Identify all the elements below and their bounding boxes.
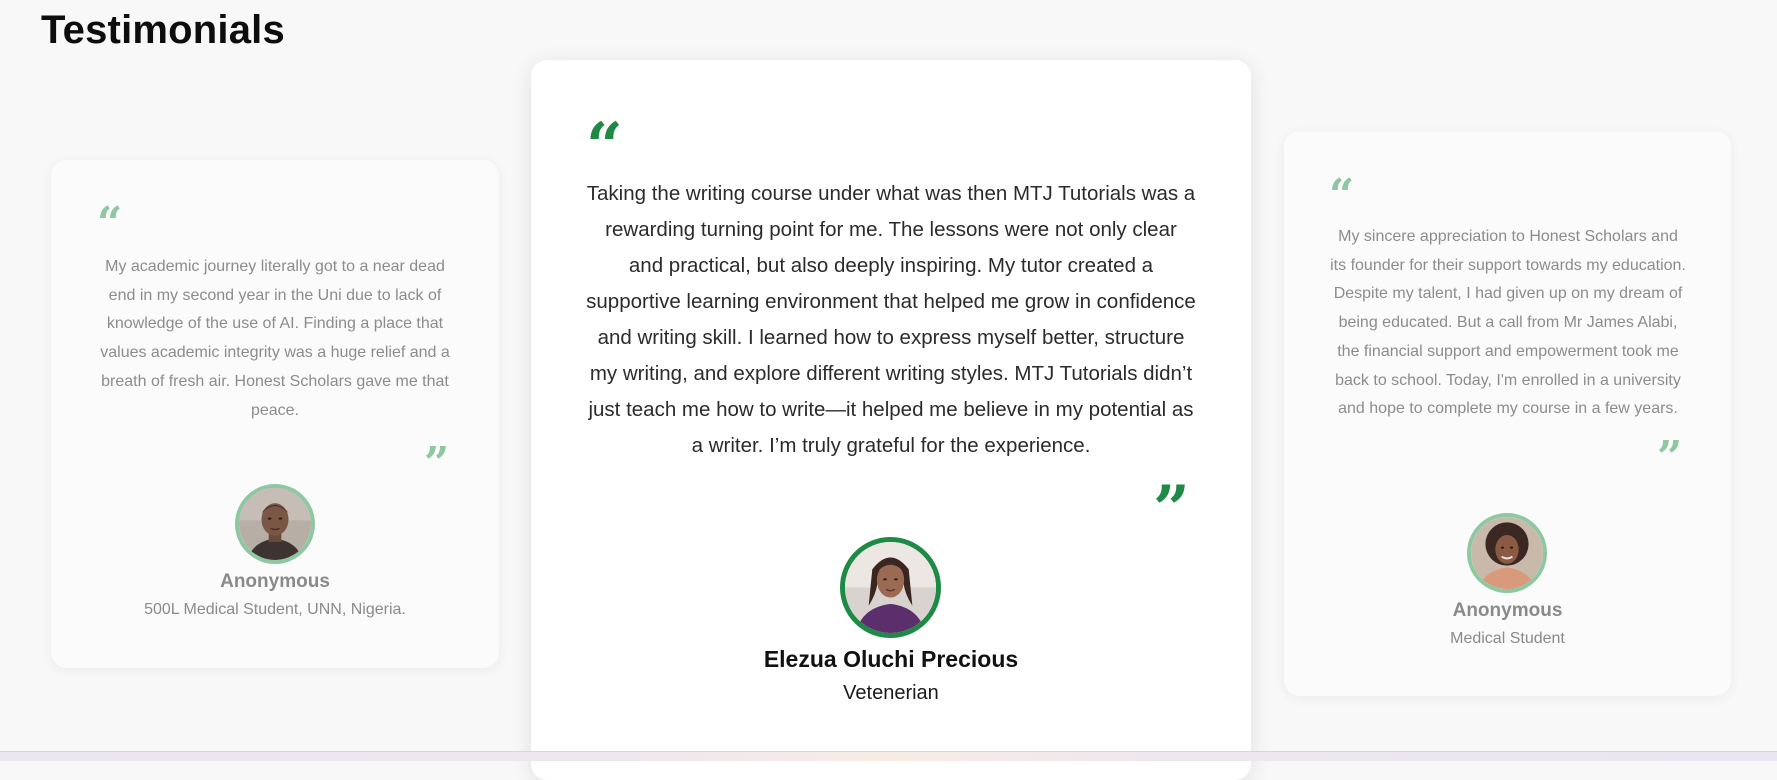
person-role: 500L Medical Student, UNN, Nigeria. [144, 601, 406, 618]
person-name: Anonymous [1452, 600, 1563, 621]
open-quote-icon: “ [1329, 170, 1355, 221]
close-quote-icon: ” [1657, 432, 1683, 483]
testimonial-card-left: “ My academic journey literally got to a… [51, 160, 499, 668]
section-title: Testimonials [41, 8, 285, 52]
person-role: Medical Student [1450, 630, 1565, 647]
open-quote-icon: “ [586, 109, 623, 184]
person-name: Elezua Oluchi Precious [763, 646, 1019, 672]
next-section-edge [0, 751, 1777, 761]
man-portrait-avatar [235, 484, 315, 564]
person-role: Veteneriаn [843, 682, 939, 704]
close-quote-icon: ” [1153, 472, 1190, 547]
testimonial-text: Taking the writing course under what was… [586, 182, 1196, 457]
close-quote-icon: ” [424, 438, 450, 489]
open-quote-icon: “ [97, 198, 123, 249]
person-name: Anonymous [220, 571, 330, 592]
testimonial-card-right: “ My sincere appreciation to Honest Scho… [1284, 131, 1731, 696]
woman-portrait-avatar [1467, 513, 1547, 593]
testimonial-text: My academic journey literally got to a n… [100, 258, 450, 419]
testimonial-card-center: “ Taking the writing course under what w… [531, 60, 1251, 780]
woman-portrait-avatar [840, 537, 941, 638]
testimonial-text: My sincere appreciation to Honest Schola… [1330, 228, 1686, 418]
